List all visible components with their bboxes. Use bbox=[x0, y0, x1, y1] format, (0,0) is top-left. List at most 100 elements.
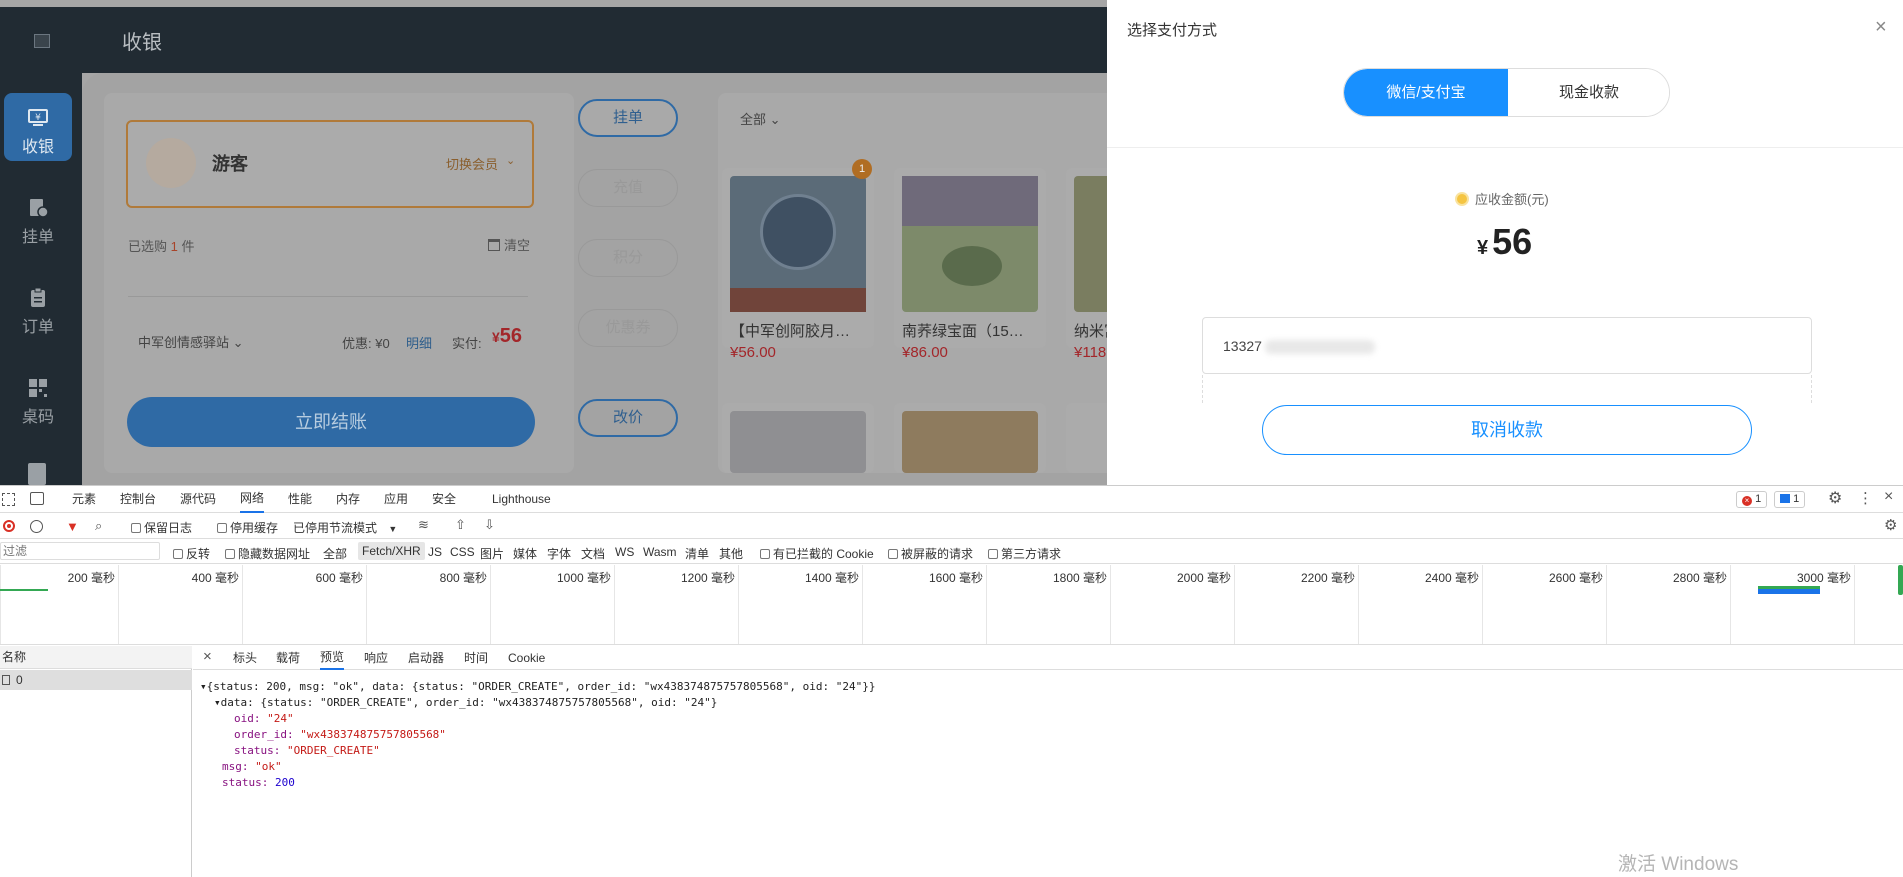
product-card[interactable] bbox=[894, 403, 1046, 473]
blocked-cookies-label: 有已拦截的 Cookie bbox=[773, 547, 874, 561]
name-column-header[interactable]: 名称 bbox=[0, 646, 192, 669]
disable-cache-checkbox[interactable]: 停用缓存 bbox=[217, 519, 278, 536]
type-filter-all[interactable]: 全部 bbox=[323, 545, 347, 562]
tab-performance[interactable]: 性能 bbox=[288, 486, 312, 513]
image-banner bbox=[730, 288, 866, 312]
request-row[interactable]: 0 bbox=[0, 670, 192, 690]
timeline-overview[interactable]: 200 毫秒 400 毫秒 600 毫秒 800 毫秒 1000 毫秒 1200… bbox=[0, 565, 1903, 645]
preserve-log-checkbox[interactable]: 保留日志 bbox=[131, 519, 192, 536]
tab-wechat-alipay[interactable]: 微信/支付宝 bbox=[1344, 69, 1508, 116]
blocked-requests-checkbox[interactable]: 被屏蔽的请求 bbox=[888, 545, 973, 562]
tab-memory[interactable]: 内存 bbox=[336, 486, 360, 513]
switch-member-link[interactable]: 切换会员 bbox=[446, 154, 498, 173]
download-icon[interactable]: ⇩ bbox=[484, 517, 495, 533]
tab-security[interactable]: 安全 bbox=[432, 486, 456, 513]
payment-code-input[interactable]: 13327 bbox=[1202, 317, 1812, 374]
page-title: 收银 bbox=[122, 32, 162, 54]
close-devtools-icon[interactable]: × bbox=[1884, 488, 1893, 506]
blocked-cookies-checkbox[interactable]: 有已拦截的 Cookie bbox=[760, 545, 874, 562]
network-settings-icon[interactable]: ⚙ bbox=[1884, 516, 1897, 534]
customer-card[interactable]: 游客 切换会员 ⌄ bbox=[126, 120, 534, 208]
dashed-box bbox=[1202, 375, 1812, 403]
close-icon[interactable]: × bbox=[1875, 17, 1887, 37]
side-button-recharge[interactable]: 充值 bbox=[578, 169, 678, 207]
tab-network[interactable]: 网络 bbox=[240, 486, 265, 513]
store-select[interactable]: 中军创情感驿站 ⌄ bbox=[138, 332, 244, 351]
type-filter-doc[interactable]: 文档 bbox=[581, 545, 605, 562]
tab-cookies[interactable]: Cookie bbox=[508, 646, 545, 670]
side-button-change-price[interactable]: 改价 bbox=[578, 399, 678, 437]
detail-link[interactable]: 明细 bbox=[406, 333, 432, 352]
error-count-badge[interactable]: × 1 bbox=[1736, 491, 1768, 508]
search-icon[interactable]: ⌕ bbox=[95, 518, 102, 534]
side-button-coupon[interactable]: 优惠券 bbox=[578, 309, 678, 347]
filter-input[interactable]: 过滤 bbox=[0, 542, 160, 560]
cart-badge: 1 bbox=[852, 159, 872, 179]
checkout-button[interactable]: 立即结账 bbox=[127, 397, 535, 447]
tab-initiator[interactable]: 启动器 bbox=[408, 646, 444, 670]
pos-app: 收银 ¥ 收银 挂单 订单 桌码 游客 切换会员 ⌄ 已选购 1 件 清空 中军… bbox=[0, 0, 1107, 485]
clear-cart-button[interactable]: 清空 bbox=[488, 235, 530, 254]
tab-lighthouse[interactable]: Lighthouse bbox=[492, 486, 551, 513]
nav-item-table-code[interactable]: 桌码 bbox=[4, 363, 72, 431]
type-filter-img[interactable]: 图片 bbox=[480, 545, 504, 562]
inspect-icon[interactable] bbox=[2, 493, 15, 506]
settings-gear-icon[interactable]: ⚙ bbox=[1828, 488, 1842, 508]
type-filter-js[interactable]: JS bbox=[428, 545, 442, 559]
network-toolbar: ▼ ⌕ 保留日志 停用缓存 已停用节流模式 ▼ ≋ ⇧ ⇩ ⚙ bbox=[0, 513, 1903, 539]
nav-item-pending[interactable]: 挂单 bbox=[4, 183, 72, 251]
type-filter-font[interactable]: 字体 bbox=[547, 545, 571, 562]
device-toolbar-icon[interactable] bbox=[30, 492, 44, 505]
side-button-points[interactable]: 积分 bbox=[578, 239, 678, 277]
product-card[interactable]: 纳米富 ¥118 bbox=[1066, 168, 1107, 361]
more-menu-icon[interactable]: ⋮ bbox=[1858, 489, 1873, 507]
throttle-select[interactable]: 已停用节流模式 ▼ bbox=[293, 519, 397, 536]
timeline-scroll-handle[interactable] bbox=[1898, 565, 1903, 595]
tab-application[interactable]: 应用 bbox=[384, 486, 408, 513]
network-conditions-icon[interactable]: ≋ bbox=[418, 517, 429, 533]
tab-preview[interactable]: 预览 bbox=[320, 646, 345, 670]
tick-label: 2000 毫秒 bbox=[1176, 571, 1231, 585]
filter-icon[interactable]: ▼ bbox=[66, 519, 79, 534]
product-card[interactable] bbox=[722, 403, 874, 473]
type-filter-other[interactable]: 其他 bbox=[719, 545, 743, 562]
tab-sources[interactable]: 源代码 bbox=[180, 486, 216, 513]
hide-data-urls-checkbox[interactable]: 隐藏数据网址 bbox=[225, 545, 310, 562]
category-filter[interactable]: 全部 ⌄ bbox=[740, 109, 781, 128]
close-detail-icon[interactable]: × bbox=[203, 648, 212, 665]
tab-timing[interactable]: 时间 bbox=[464, 646, 488, 670]
windows-activation-watermark: 激活 Windows bbox=[1618, 854, 1739, 875]
tab-elements[interactable]: 元素 bbox=[72, 486, 96, 513]
type-filter-media[interactable]: 媒体 bbox=[513, 545, 537, 562]
nav-item-cashier[interactable]: ¥ 收银 bbox=[4, 93, 72, 161]
json-data-line[interactable]: ▾data: {status: "ORDER_CREATE", order_id… bbox=[200, 695, 1100, 711]
timeline-bar-request bbox=[1758, 586, 1820, 594]
tab-headers[interactable]: 标头 bbox=[233, 646, 257, 670]
third-party-checkbox[interactable]: 第三方请求 bbox=[988, 545, 1061, 562]
type-filter-fetch-xhr[interactable]: Fetch/XHR bbox=[358, 542, 425, 560]
message-count-badge[interactable]: 1 bbox=[1774, 491, 1806, 508]
product-card[interactable]: 1 【中军创阿胶月… ¥56.00 bbox=[722, 159, 874, 361]
orders-icon bbox=[31, 287, 45, 307]
record-icon[interactable] bbox=[3, 520, 15, 532]
product-card[interactable]: 南荞绿宝面（15… ¥86.00 bbox=[894, 168, 1046, 361]
tab-payload[interactable]: 载荷 bbox=[276, 646, 300, 670]
invert-checkbox[interactable]: 反转 bbox=[173, 545, 210, 562]
tab-console[interactable]: 控制台 bbox=[120, 486, 156, 513]
message-count: 1 bbox=[1793, 493, 1800, 505]
type-filter-css[interactable]: CSS bbox=[450, 545, 475, 559]
cancel-payment-button[interactable]: 取消收款 bbox=[1262, 405, 1752, 455]
json-root-line[interactable]: ▾{status: 200, msg: "ok", data: {status:… bbox=[200, 679, 1100, 695]
type-filter-manifest[interactable]: 清单 bbox=[685, 545, 709, 562]
clear-icon[interactable] bbox=[30, 520, 43, 533]
product-card[interactable] bbox=[1066, 403, 1107, 473]
product-image bbox=[730, 411, 866, 473]
type-filter-ws[interactable]: WS bbox=[615, 545, 634, 559]
type-filter-wasm[interactable]: Wasm bbox=[643, 545, 677, 559]
tab-response[interactable]: 响应 bbox=[364, 646, 388, 670]
nav-item-orders[interactable]: 订单 bbox=[4, 273, 72, 341]
upload-icon[interactable]: ⇧ bbox=[455, 517, 466, 533]
product-image bbox=[902, 411, 1038, 473]
side-button-hold[interactable]: 挂单 bbox=[578, 99, 678, 137]
tab-cash[interactable]: 现金收款 bbox=[1508, 69, 1669, 116]
